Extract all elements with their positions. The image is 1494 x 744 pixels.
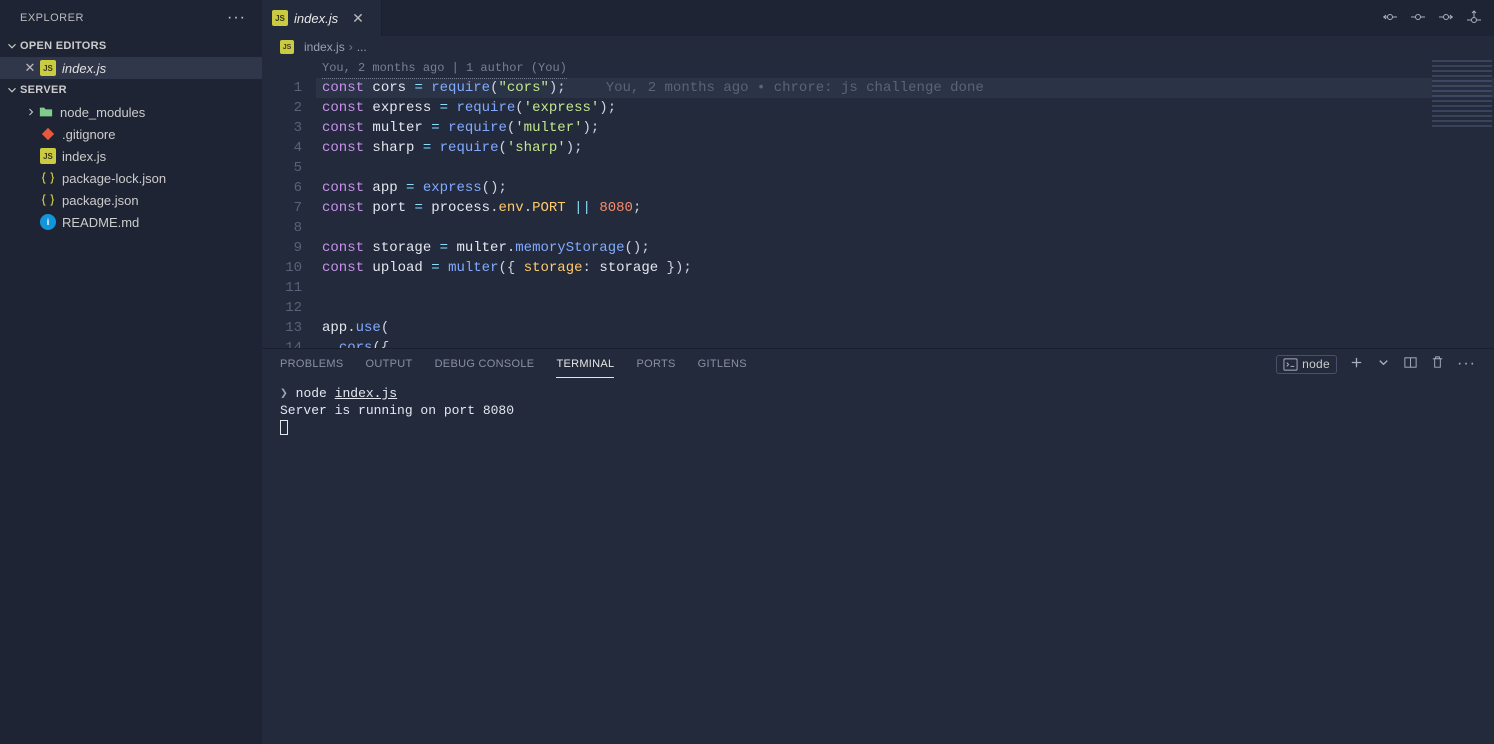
js-file-icon: JS — [280, 40, 294, 54]
codelens[interactable]: You, 2 months ago | 1 author (You) — [316, 58, 1494, 78]
js-file-icon: JS — [40, 148, 56, 164]
prompt-icon: ❯ — [280, 386, 288, 401]
breadcrumb[interactable]: JS index.js › ... — [262, 36, 1494, 58]
code-line[interactable]: const port = process.env.PORT || 8080; — [316, 198, 1494, 218]
file-tree-item[interactable]: package-lock.json — [0, 167, 262, 189]
code-line[interactable]: const sharp = require('sharp'); — [316, 138, 1494, 158]
editor-main: JS index.js ✕ JS index.js › ... 123 456 … — [262, 0, 1494, 744]
minimap[interactable] — [1432, 60, 1492, 130]
file-tree-item[interactable]: package.json — [0, 189, 262, 211]
code-line[interactable] — [316, 218, 1494, 238]
explorer-sidebar: EXPLORER ··· OPEN EDITORS ✕ JS index.js … — [0, 0, 262, 744]
file-label: index.js — [62, 149, 106, 164]
line-gutter: 123 456 789 101112 1314 — [262, 58, 316, 348]
explorer-title: EXPLORER — [20, 12, 84, 24]
chevron-right-icon — [24, 106, 38, 118]
code-line[interactable]: const upload = multer({ storage: storage… — [316, 258, 1494, 278]
chevron-down-icon — [4, 38, 20, 54]
project-header[interactable]: SERVER — [0, 79, 262, 101]
panel-actions: node ··· — [1276, 355, 1476, 374]
js-file-icon: JS — [272, 10, 288, 26]
file-tree-folder[interactable]: node_modules — [0, 101, 262, 123]
info-icon: i — [40, 214, 56, 230]
folder-icon — [38, 104, 54, 120]
panel-tab-debug[interactable]: DEBUG CONSOLE — [435, 351, 535, 377]
project-label: SERVER — [20, 84, 67, 96]
panel-tab-gitlens[interactable]: GITLENS — [698, 351, 747, 377]
chevron-down-icon[interactable] — [1376, 355, 1391, 373]
file-label: package-lock.json — [62, 171, 166, 186]
code-line[interactable] — [316, 298, 1494, 318]
chevron-right-icon: › — [349, 40, 353, 54]
open-editors-header[interactable]: OPEN EDITORS — [0, 35, 262, 57]
close-icon[interactable]: ✕ — [352, 10, 364, 27]
inline-blame: You, 2 months ago • chrore: js challenge… — [606, 80, 984, 96]
terminal-line: Server is running on port 8080 — [280, 402, 1476, 419]
terminal-process[interactable]: node — [1276, 355, 1337, 374]
trash-icon[interactable] — [1430, 355, 1445, 373]
git-upload-icon[interactable] — [1466, 9, 1482, 28]
new-terminal-icon[interactable] — [1349, 355, 1364, 373]
panel-tab-terminal[interactable]: TERMINAL — [556, 351, 614, 378]
explorer-header: EXPLORER ··· — [0, 0, 262, 35]
panel-tabs: PROBLEMS OUTPUT DEBUG CONSOLE TERMINAL P… — [262, 349, 1494, 379]
js-file-icon: JS — [40, 60, 56, 76]
code-line[interactable]: const storage = multer.memoryStorage(); — [316, 238, 1494, 258]
panel-tab-ports[interactable]: PORTS — [636, 351, 675, 377]
file-label: .gitignore — [62, 127, 115, 142]
code-editor[interactable]: 123 456 789 101112 1314 You, 2 months ag… — [262, 58, 1494, 348]
code-line[interactable] — [316, 278, 1494, 298]
terminal-output[interactable]: ❯ node index.js Server is running on por… — [262, 379, 1494, 744]
panel-tab-output[interactable]: OUTPUT — [366, 351, 413, 377]
breadcrumb-file: index.js — [304, 40, 345, 54]
code-line[interactable]: const app = express(); — [316, 178, 1494, 198]
json-icon — [40, 192, 56, 208]
file-label: package.json — [62, 193, 139, 208]
split-panel-icon[interactable] — [1403, 355, 1418, 373]
close-icon[interactable]: ✕ — [22, 60, 38, 76]
git-icon — [40, 126, 56, 142]
tab-label: index.js — [294, 11, 338, 26]
git-next-icon[interactable] — [1438, 9, 1454, 28]
editor-tab[interactable]: JS index.js ✕ — [262, 0, 382, 36]
code-line[interactable]: app.use( — [316, 318, 1494, 338]
editor-actions — [1370, 0, 1494, 36]
code-line[interactable] — [316, 158, 1494, 178]
explorer-more-icon[interactable]: ··· — [223, 9, 250, 27]
more-icon[interactable]: ··· — [1457, 355, 1476, 373]
chevron-down-icon — [4, 82, 20, 98]
code-area[interactable]: You, 2 months ago | 1 author (You) const… — [316, 58, 1494, 348]
open-editor-label: index.js — [62, 61, 106, 76]
code-line[interactable]: const cors = require("cors");You, 2 mont… — [316, 78, 1494, 98]
code-line[interactable]: const express = require('express'); — [316, 98, 1494, 118]
bottom-panel: PROBLEMS OUTPUT DEBUG CONSOLE TERMINAL P… — [262, 348, 1494, 744]
file-label: README.md — [62, 215, 139, 230]
panel-tab-problems[interactable]: PROBLEMS — [280, 351, 344, 377]
file-tree-item[interactable]: JS index.js — [0, 145, 262, 167]
git-commit-icon[interactable] — [1410, 9, 1426, 28]
terminal-cursor — [280, 420, 288, 435]
code-line[interactable]: const multer = require('multer'); — [316, 118, 1494, 138]
breadcrumb-rest: ... — [357, 40, 367, 54]
json-icon — [40, 170, 56, 186]
file-tree-item[interactable]: i README.md — [0, 211, 262, 233]
git-prev-icon[interactable] — [1382, 9, 1398, 28]
file-tree-item[interactable]: .gitignore — [0, 123, 262, 145]
file-label: node_modules — [60, 105, 145, 120]
tab-bar: JS index.js ✕ — [262, 0, 1494, 36]
open-editors-label: OPEN EDITORS — [20, 40, 107, 52]
code-line[interactable]: cors({ — [316, 338, 1494, 348]
open-editor-item[interactable]: ✕ JS index.js — [0, 57, 262, 79]
